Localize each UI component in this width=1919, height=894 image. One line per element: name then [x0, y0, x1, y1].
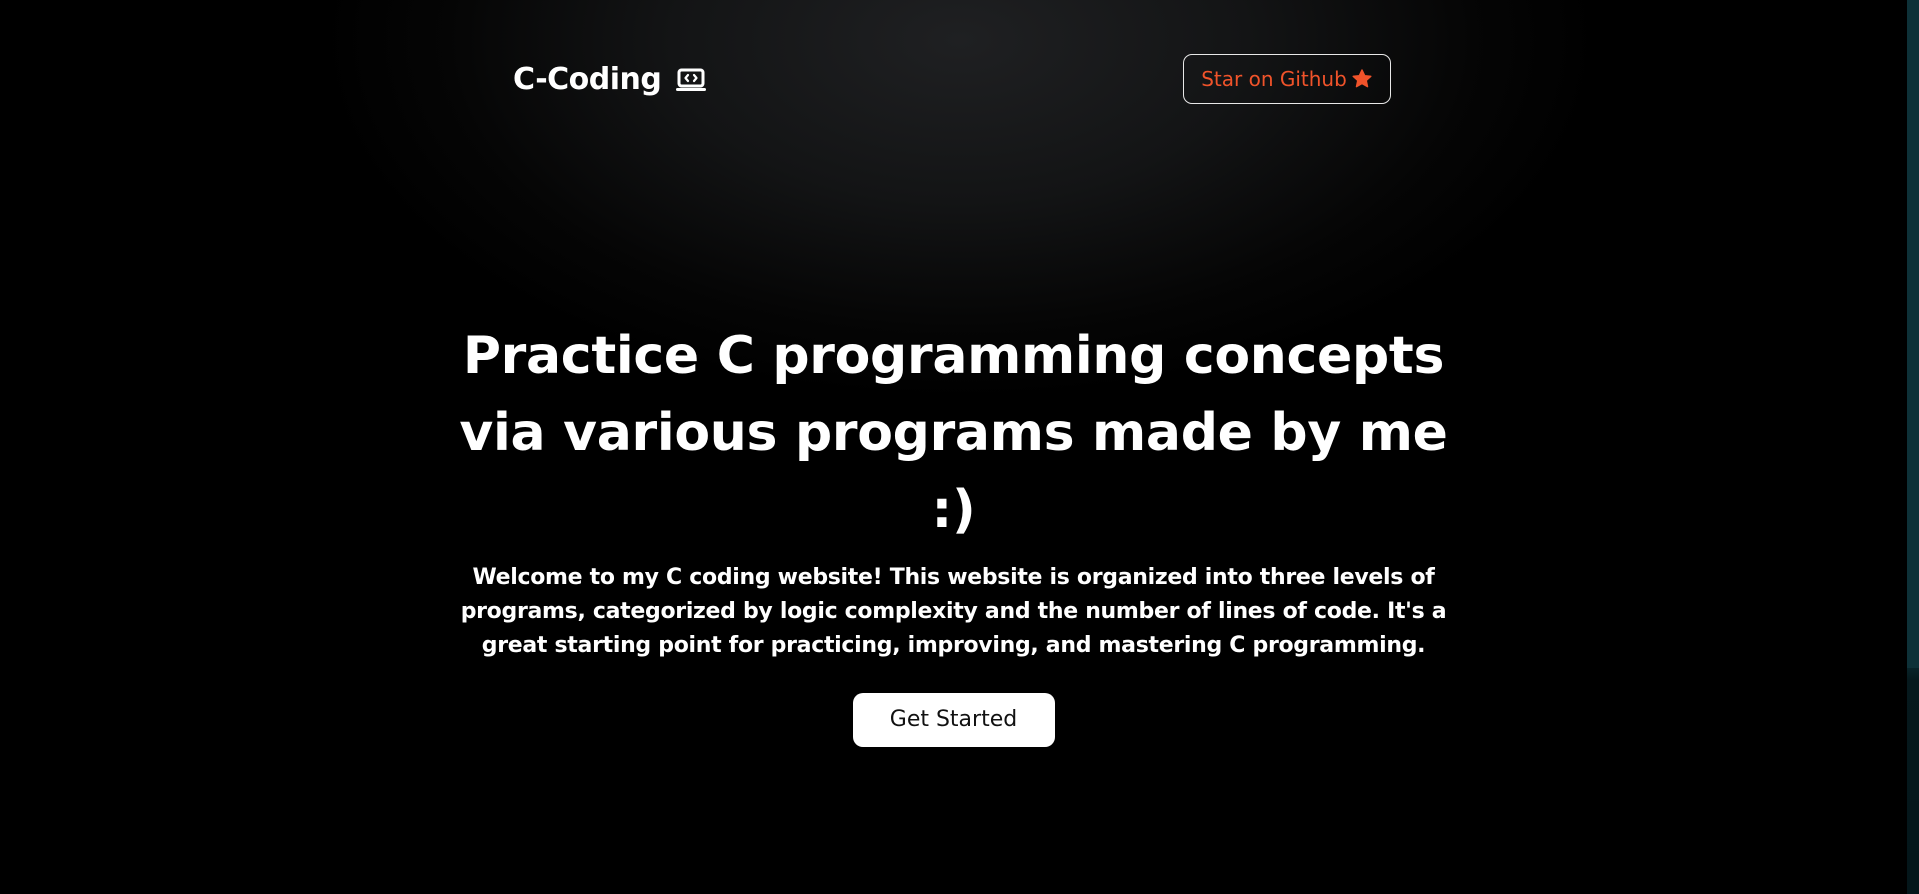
laptop-code-icon — [675, 68, 707, 92]
github-button-label: Star on Github — [1201, 67, 1347, 91]
hero-title-line-1: Practice C programming concepts — [462, 326, 1445, 386]
scrollbar-thumb[interactable] — [1907, 0, 1919, 668]
star-icon — [1351, 68, 1373, 90]
hero-description: Welcome to my C coding website! This web… — [460, 565, 1447, 658]
star-on-github-button[interactable]: Star on Github — [1183, 54, 1391, 104]
hero-title: Practice C programming concepts via vari… — [454, 318, 1454, 549]
scrollbar-track[interactable] — [1907, 0, 1919, 894]
brand-logo[interactable]: C-Coding — [513, 62, 707, 97]
brand-name: C-Coding — [513, 62, 662, 97]
navbar: C-Coding Star on Github — [513, 52, 1393, 106]
hero-section: Practice C programming concepts via vari… — [0, 318, 1907, 747]
hero-title-line-2: via various programs made by me :) — [459, 403, 1448, 540]
landing-page: C-Coding Star on Github Practice C progr… — [0, 0, 1919, 894]
get-started-button[interactable]: Get Started — [852, 693, 1055, 747]
